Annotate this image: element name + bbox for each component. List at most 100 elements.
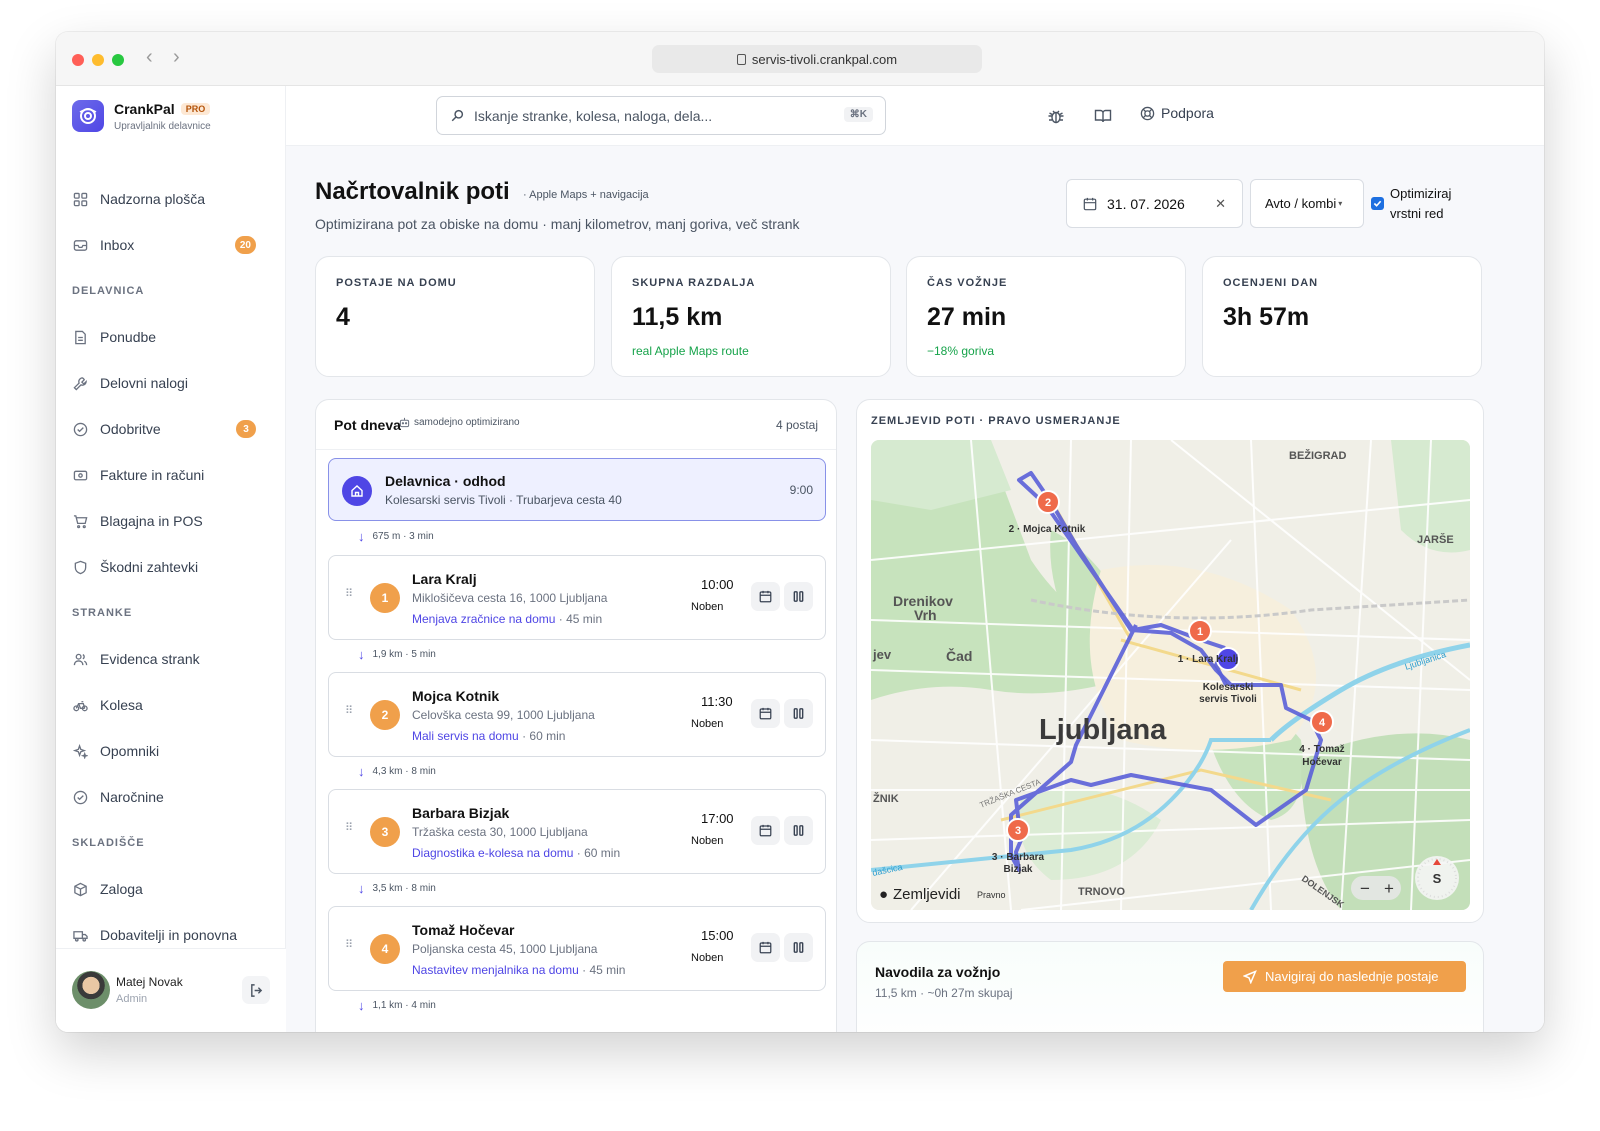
service-link[interactable]: Diagnostika e-kolesa na domu [412,846,573,860]
drag-handle-icon[interactable]: ⠿ [345,589,353,600]
book-icon[interactable] [1094,107,1112,125]
sidebar-item-kolesa[interactable]: Kolesa [56,682,286,728]
pause-button[interactable] [784,582,813,611]
customer-name: Mojca Kotnik [412,688,500,704]
stat-card-distance: SKUPNA RAZDALJA 11,5 km real Apple Maps … [611,256,891,377]
sidebar-item-inbox[interactable]: Inbox 20 [56,222,286,268]
route-map[interactable]: BEŽIGRAD JARŠE Drenikov Vrh Čad jev TRNO… [871,440,1470,910]
bug-icon[interactable] [1047,107,1065,125]
depot-title: Delavnica · odhod [385,473,506,489]
zoom-controls[interactable]: − + [1351,876,1401,900]
search-input[interactable]: Iskanje stranke, kolesa, naloga, dela...… [436,96,886,135]
close-window-button[interactable] [72,54,84,66]
url-text: servis-tivoli.crankpal.com [751,51,898,67]
clear-date-icon[interactable]: ✕ [1215,196,1226,212]
sidebar-item-opomniki[interactable]: Opomniki [56,728,286,774]
date-picker[interactable]: 31. 07. 2026 ✕ [1066,179,1243,228]
vehicle-select[interactable]: Avto / kombi ▾ [1250,179,1364,228]
wrench-icon [73,376,87,391]
stat-note: real Apple Maps route [632,344,749,358]
optimize-checkbox[interactable] [1371,197,1384,210]
leg-distance: 1,1 km · 4 min [372,1000,436,1011]
route-leg: ↓ 4,3 km · 8 min [358,764,436,779]
pause-button[interactable] [784,933,813,962]
sidebar-item-delovni-nalogi[interactable]: Delovni nalogi [56,360,286,406]
back-arrow-icon[interactable]: ‹ [146,47,153,67]
auto-optimized-label: samodejno optimizirano [414,417,520,428]
service-line: Menjava zračnice na domu · 45 min [412,612,602,626]
schedule-button[interactable] [751,816,780,845]
schedule-button[interactable] [751,933,780,962]
pause-icon [793,942,804,953]
calendar-icon [1083,197,1097,210]
forward-arrow-icon[interactable]: › [173,47,180,67]
support-link[interactable]: Podpora [1140,105,1214,121]
map-title: ZEMLJEVID POTI · PRAVO USMERJANJE [871,415,1121,427]
sidebar-item-label: Opomniki [100,743,160,759]
stat-label: POSTAJE NA DOMU [336,277,457,289]
zoom-in-button[interactable]: + [1384,879,1394,898]
service-line: Diagnostika e-kolesa na domu · 60 min [412,846,620,860]
compass-label: S [1433,871,1442,886]
page-title: Načrtovalnik poti [315,178,510,205]
drag-handle-icon[interactable]: ⠿ [345,706,353,717]
sidebar-item-label: Dobavitelji in ponovna [100,927,237,943]
sidebar-item-evidenca-strank[interactable]: Evidenca strank [56,636,286,682]
sidebar-item-narocnine[interactable]: Naročnine [56,774,286,820]
leg-distance: 1,9 km · 5 min [372,649,436,660]
brand-name: CrankPal [114,100,175,117]
sidebar-item-label: Evidenca strank [100,651,200,667]
logout-button[interactable] [242,976,270,1004]
service-link[interactable]: Nastavitev menjalnika na domu [412,963,579,977]
sidebar-item-label: Zaloga [100,881,143,897]
route-stop-4[interactable]: ⠿ 4 Tomaž Hočevar Poljanska cesta 45, 10… [328,906,826,991]
stop-time: 10:00 [701,577,734,592]
document-icon [75,330,86,344]
check-circle-icon [73,422,88,436]
sidebar-item-odobritve[interactable]: Odobritve 3 [56,406,286,452]
arrow-down-icon: ↓ [358,881,365,896]
customer-address: Miklošičeva cesta 16, 1000 Ljubljana [412,591,608,605]
navigate-button-label: Navigiraj do naslednje postaje [1265,969,1439,984]
depot-marker-label: Kolesarski [1203,682,1254,693]
sidebar-item-label: Ponudbe [100,329,157,345]
sidebar-item-fakture[interactable]: Fakture in računi [56,452,286,498]
depot-start-row[interactable]: Delavnica · odhod Kolesarski servis Tivo… [328,458,826,521]
service-link[interactable]: Menjava zračnice na domu [412,612,555,626]
brand[interactable]: CrankPal PRO Upravljalnik delavnice [72,100,211,132]
sidebar-item-nadzorna-plosca[interactable]: Nadzorna plošča [56,176,286,222]
map-canvas[interactable]: BEŽIGRAD JARŠE Drenikov Vrh Čad jev TRNO… [871,440,1470,910]
search-shortcut: ⌘K [843,107,873,122]
stop-day: Noben [691,601,724,613]
inbox-count-badge: 20 [234,236,256,254]
sidebar-item-blagajna[interactable]: Blagajna in POS [56,498,286,544]
sidebar-item-ponudbe[interactable]: Ponudbe [56,314,286,360]
pause-button[interactable] [784,699,813,728]
drag-handle-icon[interactable]: ⠿ [345,823,353,834]
compass-icon[interactable]: S [1415,856,1459,900]
drag-handle-icon[interactable]: ⠿ [345,940,353,951]
leg-distance: 675 m · 3 min [372,531,434,542]
minimize-window-button[interactable] [92,54,104,66]
pause-button[interactable] [784,816,813,845]
avatar[interactable] [72,971,110,1009]
sidebar-item-skodni-zahtevki[interactable]: Škodni zahtevki [56,544,286,590]
route-stop-3[interactable]: ⠿ 3 Barbara Bizjak Tržaška cesta 30, 100… [328,789,826,874]
check-circle-icon [73,790,88,804]
sidebar-item-zaloga[interactable]: Zaloga [56,866,286,912]
schedule-button[interactable] [751,582,780,611]
schedule-button[interactable] [751,699,780,728]
optimize-order-toggle[interactable]: Optimiziraj vrstni red [1371,184,1451,224]
route-stop-1[interactable]: ⠿ 1 Lara Kralj Miklošičeva cesta 16, 100… [328,555,826,640]
customer-name: Barbara Bizjak [412,805,510,821]
address-bar[interactable]: servis-tivoli.crankpal.com [652,45,982,73]
zoom-out-button[interactable]: − [1360,879,1370,898]
zoom-window-button[interactable] [112,54,124,66]
route-stop-2[interactable]: ⠿ 2 Mojca Kotnik Celovška cesta 99, 1000… [328,672,826,757]
navigate-next-stop-button[interactable]: Navigiraj do naslednje postaje [1223,961,1466,992]
map-legal-link[interactable]: Pravno [977,890,1006,900]
stop-time: 11:30 [701,694,733,709]
sidebar-item-label: Delovni nalogi [100,375,188,391]
service-link[interactable]: Mali servis na domu [412,729,519,743]
calendar-icon [759,590,772,603]
